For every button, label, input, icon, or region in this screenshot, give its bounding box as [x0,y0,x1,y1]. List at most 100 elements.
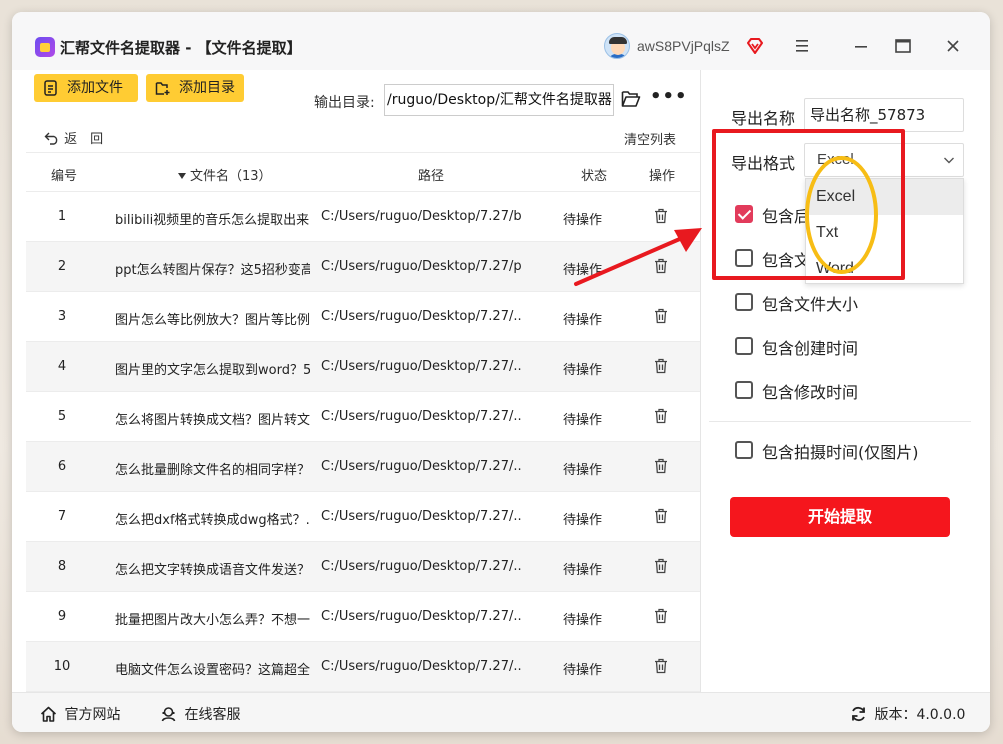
maximize-icon[interactable] [889,34,917,58]
online-service-link[interactable]: 在线客服 [160,704,240,724]
add-folder-icon [155,82,170,95]
row-path: C:/Users/ruguo/Desktop/7.27/... [321,309,521,324]
checkbox-label: 包含文件大小 [762,295,859,314]
checkbox-unchecked-icon[interactable] [735,441,753,459]
row-filename: 电脑文件怎么设置密码？这篇超全... [115,663,310,678]
avatar[interactable] [604,33,630,59]
table-row[interactable]: 10 电脑文件怎么设置密码？这篇超全... C:/Users/ruguo/Des… [26,642,700,692]
file-list-panel: 添加文件 添加目录 输出目录: /ruguo/Desktop/汇帮文件名提取器 … [12,70,700,692]
row-path: C:/Users/ruguo/Desktop/7.27/p... [321,259,521,274]
column-path: 路径 [418,169,445,184]
column-status: 状态 [581,169,608,184]
official-site-label: 官方网站 [64,707,121,723]
table-row[interactable]: 6 怎么批量删除文件名的相同字样？... C:/Users/ruguo/Desk… [26,442,700,492]
checkbox-unchecked-icon[interactable] [735,337,753,355]
official-site-link[interactable]: 官方网站 [40,704,120,724]
row-filename: 怎么把dxf格式转换成dwg格式？... [115,513,310,528]
row-number: 6 [57,459,67,474]
export-name-label: 导出名称 [731,109,796,128]
row-number: 10 [53,659,71,674]
app-logo-icon [35,37,55,57]
column-filename[interactable]: 文件名（13） [178,165,272,184]
app-window: 汇帮文件名提取器 - 【文件名提取】 awS8PVjPqlsZ 添加文件 添加目… [12,12,990,732]
folder-open-icon[interactable] [621,90,641,108]
row-status: 待操作 [563,463,603,478]
checkbox-unchecked-icon[interactable] [735,293,753,311]
row-number: 5 [57,409,67,424]
checkbox-unchecked-icon[interactable] [735,381,753,399]
row-number: 3 [57,309,67,324]
row-filename: 怎么将图片转换成文档？图片转文... [115,413,310,428]
row-path: C:/Users/ruguo/Desktop/7.27/... [321,409,521,424]
table-row[interactable]: 3 图片怎么等比例放大？图片等比例... C:/Users/ruguo/Desk… [26,292,700,342]
row-filename: 怎么批量删除文件名的相同字样？... [115,463,310,478]
row-filename: 批量把图片改大小怎么弄？不想一... [115,613,310,628]
output-directory-field[interactable]: /ruguo/Desktop/汇帮文件名提取器 [384,84,614,116]
version-label: 版本：4.0.0.0 [874,707,966,723]
add-directory-button[interactable]: 添加目录 [146,74,244,102]
trash-icon[interactable] [654,658,668,674]
row-path: C:/Users/ruguo/Desktop/7.27/... [321,459,521,474]
clear-list-button[interactable]: 清空列表 [624,129,676,148]
table-row[interactable]: 9 批量把图片改大小怎么弄？不想一... C:/Users/ruguo/Desk… [26,592,700,642]
chevron-down-icon [944,157,954,164]
refresh-icon [852,706,865,722]
row-filename: 图片里的文字怎么提取到word？5... [115,363,310,378]
username[interactable]: awS8PVjPqlsZ [637,38,730,54]
checkbox-label: 包含创建时间 [762,339,859,358]
output-directory-label: 输出目录: [314,95,375,111]
row-number: 1 [57,209,67,224]
back-label: 返 回 [64,132,104,147]
row-number: 2 [57,259,67,274]
export-name-input[interactable]: 导出名称_57873 [804,98,964,132]
menu-icon[interactable] [788,34,816,58]
start-extract-button[interactable]: 开始提取 [730,497,950,537]
back-button[interactable]: 返 回 [44,128,103,147]
row-filename: 图片怎么等比例放大？图片等比例... [115,313,310,328]
row-path: C:/Users/ruguo/Desktop/7.27/... [321,659,521,674]
trash-icon[interactable] [654,508,668,524]
row-status: 待操作 [563,513,603,528]
customer-service-icon [161,707,176,722]
add-file-label: 添加文件 [67,80,123,96]
column-number: 编号 [51,169,78,184]
table-row[interactable]: 8 怎么把文字转换成语音文件发送？... C:/Users/ruguo/Desk… [26,542,700,592]
sort-down-icon [178,173,186,179]
row-path: C:/Users/ruguo/Desktop/7.27/... [321,559,521,574]
trash-icon[interactable] [654,308,668,324]
online-service-label: 在线客服 [184,707,241,723]
add-file-button[interactable]: 添加文件 [34,74,138,102]
table-row[interactable]: 4 图片里的文字怎么提取到word？5... C:/Users/ruguo/De… [26,342,700,392]
version-info[interactable]: 版本：4.0.0.0 [850,704,965,724]
annotation-highlight-ellipse [805,156,878,274]
trash-icon[interactable] [654,408,668,424]
row-status: 待操作 [563,413,603,428]
add-directory-label: 添加目录 [179,80,235,96]
column-filename-label: 文件名（13） [190,169,272,184]
trash-icon[interactable] [654,458,668,474]
row-path: C:/Users/ruguo/Desktop/7.27/... [321,509,521,524]
table-row[interactable]: 5 怎么将图片转换成文档？图片转文... C:/Users/ruguo/Desk… [26,392,700,442]
more-options-icon[interactable]: ••• [650,88,688,106]
close-icon[interactable] [939,34,967,58]
status-footer: 官方网站 在线客服 版本：4.0.0.0 [12,692,990,732]
row-number: 8 [57,559,67,574]
table-row[interactable]: 7 怎么把dxf格式转换成dwg格式？... C:/Users/ruguo/De… [26,492,700,542]
back-arrow-icon [44,132,58,145]
settings-divider [709,421,971,422]
row-status: 待操作 [563,613,603,628]
row-number: 7 [57,509,67,524]
row-path: C:/Users/ruguo/Desktop/7.27/b... [321,209,521,224]
vip-diamond-icon[interactable] [746,38,764,54]
checkbox-label: 包含拍摄时间(仅图片) [762,443,919,462]
trash-icon[interactable] [654,558,668,574]
trash-icon[interactable] [654,358,668,374]
row-path: C:/Users/ruguo/Desktop/7.27/... [321,359,521,374]
minimize-icon[interactable] [847,34,875,58]
trash-icon[interactable] [654,608,668,624]
row-status: 待操作 [563,563,603,578]
add-file-icon [44,80,57,96]
window-title: 汇帮文件名提取器 - 【文件名提取】 [60,39,302,57]
annotation-arrow-icon [574,228,702,286]
row-status: 待操作 [563,363,603,378]
